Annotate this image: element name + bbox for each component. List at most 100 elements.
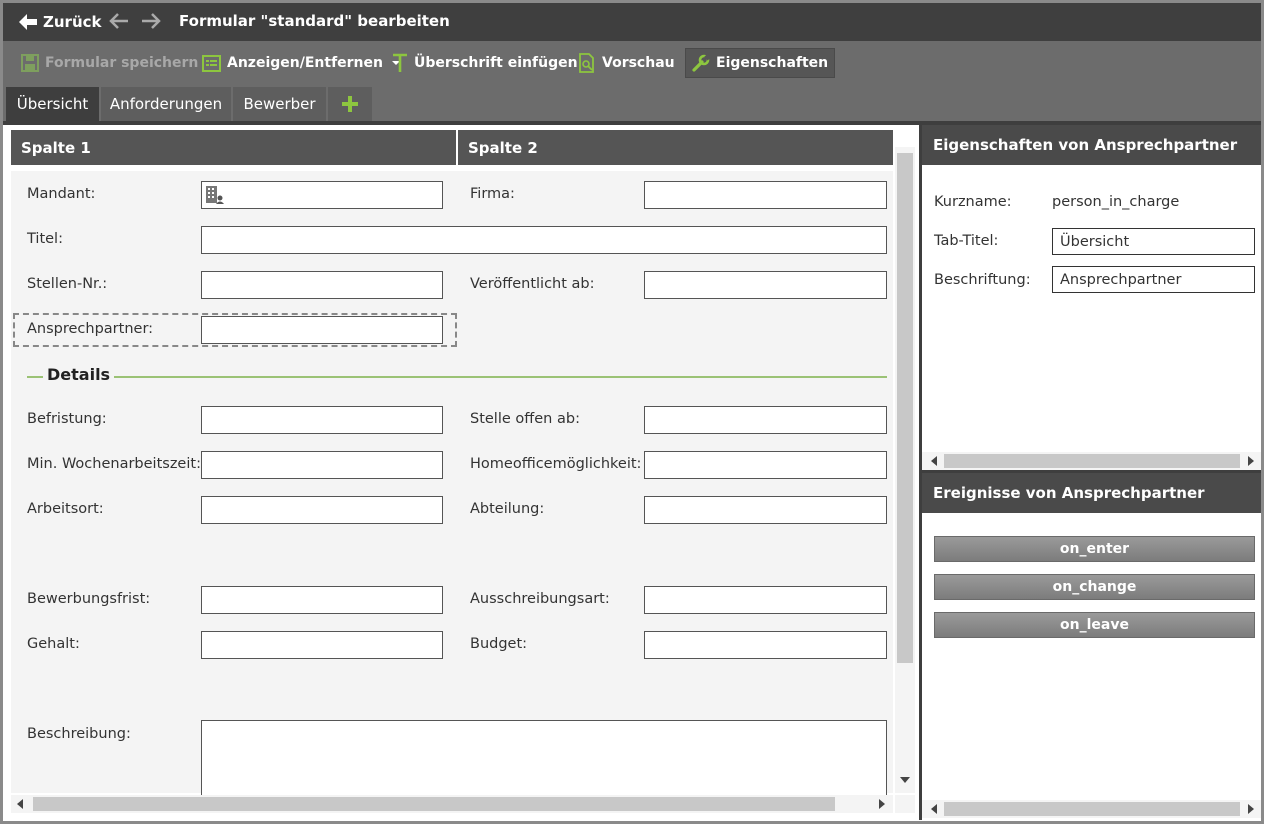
ansprechpartner-label: Ansprechpartner:	[27, 321, 154, 337]
befristung-label: Befristung:	[27, 411, 107, 427]
tab-bar: Übersicht Anforderungen Bewerber	[3, 83, 1261, 121]
abteilung-label: Abteilung:	[470, 501, 545, 517]
mandant-field[interactable]	[201, 181, 443, 209]
save-form-button[interactable]: Formular speichern	[15, 48, 204, 78]
events-header: Ereignisse von Ansprechpartner	[922, 473, 1263, 513]
on-enter-button[interactable]: on_enter	[934, 536, 1255, 562]
homeoffice-label: Homeofficemöglichkeit:	[470, 456, 642, 472]
tab-titel-label: Tab-Titel:	[934, 233, 999, 249]
beschreibung-label: Beschreibung:	[27, 726, 131, 742]
text-t-icon	[393, 53, 407, 72]
arbeitsort-field[interactable]	[201, 496, 443, 524]
min-wochenarbeitszeit-field[interactable]	[201, 451, 443, 479]
scroll-left-icon[interactable]	[931, 804, 937, 814]
wrench-icon	[692, 54, 710, 72]
stellen-nr-field[interactable]	[201, 271, 443, 299]
column-header-1[interactable]: Spalte 1	[11, 130, 456, 165]
min-wochenarbeitszeit-label: Min. Wochenarbeitszeit:	[27, 456, 201, 472]
building-icon	[206, 186, 224, 204]
arbeitsort-label: Arbeitsort:	[27, 501, 104, 517]
kurzname-label: Kurzname:	[934, 194, 1012, 210]
scrollbar-thumb[interactable]	[33, 797, 835, 811]
tab-uebersicht[interactable]: Übersicht	[6, 87, 99, 121]
floppy-disk-icon	[21, 54, 39, 72]
tab-titel-value: Übersicht	[1060, 233, 1130, 250]
history-forward-icon[interactable]	[141, 13, 161, 29]
kurzname-value: person_in_charge	[1052, 194, 1180, 210]
budget-field[interactable]	[644, 631, 887, 659]
on-change-button[interactable]: on_change	[934, 574, 1255, 600]
tab-bewerber[interactable]: Bewerber	[233, 87, 326, 121]
preview-label: Vorschau	[602, 55, 675, 71]
show-hide-label: Anzeigen/Entfernen	[227, 55, 383, 71]
toolbar: Formular speichern Anzeigen/Entfernen Üb…	[3, 41, 1261, 83]
vertical-scrollbar[interactable]	[895, 147, 915, 793]
properties-button[interactable]: Eigenschaften	[685, 48, 836, 78]
properties-label: Eigenschaften	[716, 55, 829, 71]
scrollbar-corner	[895, 795, 915, 813]
firma-field[interactable]	[644, 181, 887, 209]
properties-header: Eigenschaften von Ansprechpartner	[922, 125, 1263, 165]
back-button[interactable]: Zurück	[19, 12, 102, 32]
bewerbungsfrist-field[interactable]	[201, 586, 443, 614]
show-hide-dropdown[interactable]: Anzeigen/Entfernen	[196, 48, 407, 78]
scroll-down-icon[interactable]	[900, 777, 910, 783]
scroll-left-icon[interactable]	[17, 799, 23, 809]
veroeffentlicht-ab-label: Veröffentlicht ab:	[470, 276, 595, 292]
ansprechpartner-field[interactable]	[201, 316, 443, 344]
insert-heading-label: Überschrift einfügen	[414, 55, 578, 71]
gehalt-label: Gehalt:	[27, 636, 80, 652]
details-heading[interactable]: Details	[43, 365, 115, 384]
events-horizontal-scrollbar[interactable]	[922, 800, 1263, 818]
homeoffice-field[interactable]	[644, 451, 887, 479]
budget-label: Budget:	[470, 636, 528, 652]
scrollbar-thumb[interactable]	[944, 454, 1240, 468]
properties-panel: Eigenschaften von Ansprechpartner Kurzna…	[922, 125, 1263, 820]
stelle-offen-ab-field[interactable]	[644, 406, 887, 434]
tab-label: Bewerber	[243, 95, 316, 113]
stellen-nr-label: Stellen-Nr.:	[27, 276, 108, 292]
column-header-2[interactable]: Spalte 2	[458, 130, 893, 165]
form-body: Mandant: Firma: Titel: Stellen-Nr.: Verö…	[11, 171, 893, 800]
gehalt-field[interactable]	[201, 631, 443, 659]
arrow-left-icon	[19, 14, 37, 30]
titel-label: Titel:	[27, 231, 63, 247]
beschriftung-label: Beschriftung:	[934, 272, 1031, 288]
beschreibung-textarea[interactable]	[201, 720, 887, 800]
ausschreibungsart-field[interactable]	[644, 586, 887, 614]
firma-label: Firma:	[470, 186, 515, 202]
add-tab-button[interactable]	[328, 87, 372, 121]
form-list-icon	[202, 54, 221, 72]
column-title: Spalte 2	[468, 138, 538, 157]
scrollbar-thumb[interactable]	[944, 802, 1240, 816]
preview-button[interactable]: Vorschau	[572, 48, 681, 78]
scrollbar-thumb[interactable]	[897, 153, 913, 663]
properties-horizontal-scrollbar[interactable]	[922, 452, 1263, 470]
titel-field[interactable]	[201, 226, 887, 254]
scroll-right-icon[interactable]	[1248, 804, 1254, 814]
save-form-label: Formular speichern	[45, 55, 199, 71]
scroll-left-icon[interactable]	[931, 456, 937, 466]
title-bar: Zurück Formular "standard" bearbeiten	[3, 3, 1261, 41]
tab-anforderungen[interactable]: Anforderungen	[101, 87, 231, 121]
column-title: Spalte 1	[21, 138, 91, 157]
bewerbungsfrist-label: Bewerbungsfrist:	[27, 591, 151, 607]
details-divider	[27, 376, 887, 378]
history-back-icon[interactable]	[109, 13, 129, 29]
preview-document-icon	[579, 53, 594, 73]
ausschreibungsart-label: Ausschreibungsart:	[470, 591, 610, 607]
tab-titel-field[interactable]: Übersicht	[1052, 228, 1255, 255]
scroll-right-icon[interactable]	[879, 799, 885, 809]
abteilung-field[interactable]	[644, 496, 887, 524]
horizontal-scrollbar[interactable]	[11, 795, 893, 813]
form-designer-area: Spalte 1 Spalte 2 Mandant: Firma: Titel:…	[3, 125, 919, 817]
insert-heading-button[interactable]: Überschrift einfügen	[386, 48, 584, 78]
scroll-right-icon[interactable]	[1248, 456, 1254, 466]
beschriftung-field[interactable]: Ansprechpartner	[1052, 266, 1255, 293]
veroeffentlicht-ab-field[interactable]	[644, 271, 887, 299]
window-title: Formular "standard" bearbeiten	[179, 12, 450, 30]
mandant-label: Mandant:	[27, 186, 96, 202]
beschriftung-value: Ansprechpartner	[1060, 271, 1182, 288]
befristung-field[interactable]	[201, 406, 443, 434]
on-leave-button[interactable]: on_leave	[934, 612, 1255, 638]
